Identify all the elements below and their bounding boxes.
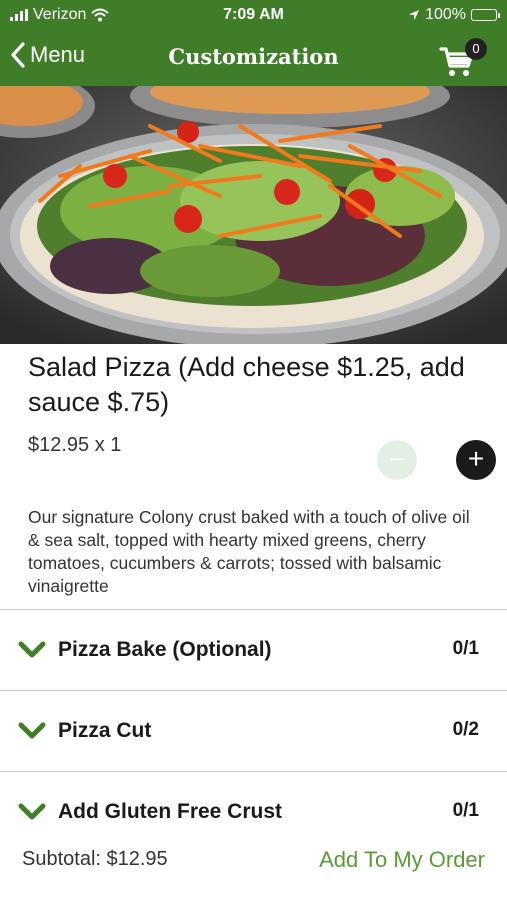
plus-icon: + [467, 443, 485, 474]
cart-count-badge: 0 [465, 38, 487, 60]
page-title: Customization [168, 44, 339, 69]
decrease-quantity-button[interactable]: − [377, 440, 417, 480]
option-count: 0/1 [452, 800, 479, 821]
increase-quantity-button[interactable]: + [456, 440, 496, 480]
order-footer: Subtotal: $12.95 Add To My Order [0, 832, 507, 900]
cart-button[interactable]: 0 [439, 38, 487, 78]
item-description: Our signature Colony crust baked with a … [28, 507, 470, 596]
option-label: Pizza Cut [58, 719, 152, 742]
battery-label: 100% [425, 6, 466, 23]
nav-bar: Menu Customization 0 [0, 30, 507, 86]
minus-icon: − [389, 444, 405, 474]
option-label: Add Gluten Free Crust [58, 800, 283, 823]
option-row-pizza-cut[interactable]: Pizza Cut 0/2 [0, 690, 507, 770]
item-title: Salad Pizza (Add cheese $1.25, add sauce… [28, 352, 465, 417]
add-to-order-button[interactable]: Add To My Order [319, 847, 485, 873]
chevron-down-icon [18, 803, 46, 820]
chevron-down-icon [18, 722, 46, 739]
battery-icon [471, 9, 500, 21]
option-row-pizza-bake[interactable]: Pizza Bake (Optional) 0/1 [0, 609, 507, 689]
chevron-down-icon [18, 641, 46, 658]
product-image [0, 86, 507, 344]
option-count: 0/2 [452, 719, 479, 740]
status-bar: Verizon 7:09 AM 100% [0, 0, 507, 30]
option-label: Pizza Bake (Optional) [58, 638, 272, 661]
location-icon [409, 10, 420, 20]
subtotal-text: Subtotal: $12.95 [22, 848, 168, 870]
item-price-quantity: $12.95 x 1 [28, 434, 122, 456]
status-right: 100% [408, 6, 500, 24]
option-count: 0/1 [452, 638, 479, 659]
